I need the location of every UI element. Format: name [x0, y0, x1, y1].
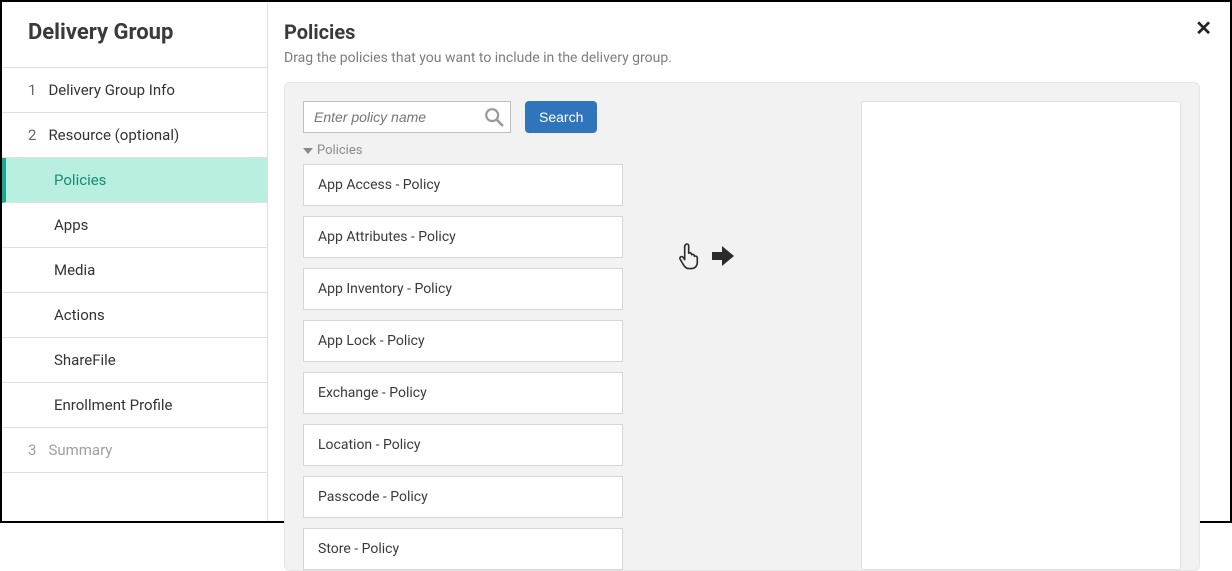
page-title: Policies	[284, 20, 1200, 44]
sidebar-title: Delivery Group	[28, 20, 241, 45]
workarea: Search Policies App Access - Policy App …	[284, 82, 1200, 571]
search-icon[interactable]	[483, 106, 505, 128]
substep-apps[interactable]: Apps	[2, 203, 267, 248]
hand-pointer-icon	[678, 241, 704, 271]
step-summary[interactable]: 3 Summary	[2, 428, 267, 473]
page-subtitle: Drag the policies that you want to inclu…	[284, 50, 1200, 66]
policy-list: App Access - Policy App Attributes - Pol…	[303, 164, 623, 570]
search-input[interactable]	[303, 101, 511, 133]
policy-item[interactable]: Store - Policy	[303, 528, 623, 570]
substep-actions[interactable]: Actions	[2, 293, 267, 338]
policy-item[interactable]: App Lock - Policy	[303, 320, 623, 362]
policies-toggle[interactable]: Policies	[303, 143, 623, 158]
caret-down-icon	[303, 148, 313, 154]
policy-item[interactable]: App Inventory - Policy	[303, 268, 623, 310]
step-resource[interactable]: 2 Resource (optional)	[2, 113, 267, 158]
substep-policies[interactable]: Policies	[2, 158, 267, 203]
policies-source-column: Search Policies App Access - Policy App …	[303, 101, 623, 570]
substep-sharefile[interactable]: ShareFile	[2, 338, 267, 383]
close-icon[interactable]: ✕	[1195, 16, 1212, 40]
substep-media[interactable]: Media	[2, 248, 267, 293]
sidebar-header: Delivery Group	[2, 2, 267, 68]
substep-enrollment-profile[interactable]: Enrollment Profile	[2, 383, 267, 428]
sidebar: Delivery Group 1 Delivery Group Info 2 R…	[2, 2, 268, 521]
policy-item[interactable]: Passcode - Policy	[303, 476, 623, 518]
policy-item[interactable]: App Attributes - Policy	[303, 216, 623, 258]
arrow-right-icon	[710, 245, 736, 267]
search-button[interactable]: Search	[525, 101, 597, 133]
policies-dropzone[interactable]	[861, 101, 1181, 570]
main-panel: ✕ Policies Drag the policies that you wa…	[268, 2, 1230, 521]
drag-hint	[678, 241, 736, 271]
step-delivery-group-info[interactable]: 1 Delivery Group Info	[2, 68, 267, 113]
policy-item[interactable]: App Access - Policy	[303, 164, 623, 206]
policy-item[interactable]: Exchange - Policy	[303, 372, 623, 414]
policy-item[interactable]: Location - Policy	[303, 424, 623, 466]
